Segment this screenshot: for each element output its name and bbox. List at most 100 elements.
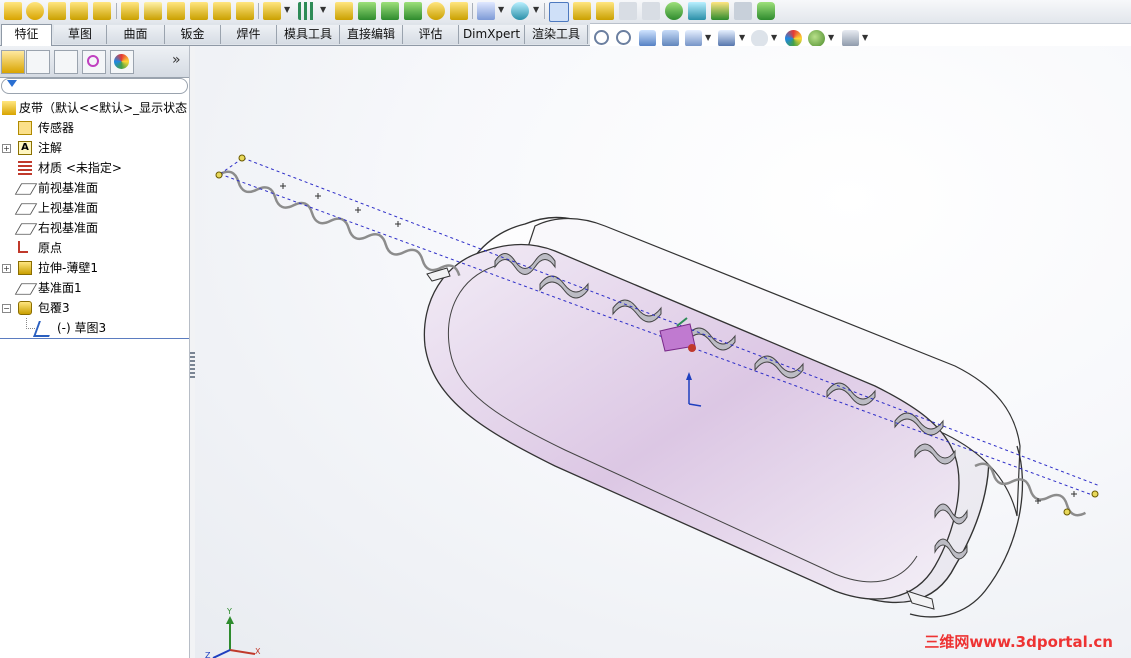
feature-statistics-icon[interactable] xyxy=(711,2,729,20)
graphics-area[interactable]: Y X Z 三维网www.3dportal.cn xyxy=(195,46,1131,658)
command-toolbar: ▼ ▼ ▼ ▼ xyxy=(0,0,1131,24)
smart-dimension-icon[interactable] xyxy=(596,2,614,20)
boundary-cut-icon[interactable] xyxy=(236,2,254,20)
loft-boss-icon[interactable] xyxy=(70,2,88,20)
tree-filter-input[interactable] xyxy=(1,78,188,94)
part-icon xyxy=(2,101,16,115)
revolve-cut-icon[interactable] xyxy=(167,2,185,20)
extrude-cut-icon[interactable] xyxy=(121,2,139,20)
fillet-icon[interactable] xyxy=(263,2,281,20)
section-view-icon[interactable] xyxy=(662,30,679,47)
swept-cut-icon[interactable] xyxy=(190,2,208,20)
triad-y-label: Y xyxy=(226,607,232,616)
tree-item-label: 拉伸-薄壁1 xyxy=(38,261,98,275)
expand-toggle-icon[interactable]: + xyxy=(2,264,11,273)
reference-dropdown-icon[interactable]: ▼ xyxy=(498,5,504,14)
tree-root-label: 皮带（默认<<默认>_显示状态 xyxy=(19,101,188,115)
hole-wizard-icon[interactable] xyxy=(144,2,162,20)
fillet-dropdown-icon[interactable]: ▼ xyxy=(284,5,290,14)
mirror-icon[interactable] xyxy=(450,2,468,20)
tree-item-label: 基准面1 xyxy=(38,281,82,295)
view-settings-dropdown-icon[interactable]: ▼ xyxy=(862,33,868,42)
plane-icon xyxy=(14,203,38,215)
sweep-boss-icon[interactable] xyxy=(48,2,66,20)
expand-toggle-icon[interactable]: + xyxy=(2,144,11,153)
tree-item-label: 注解 xyxy=(38,141,63,155)
shell-icon[interactable] xyxy=(381,2,399,20)
equations-icon[interactable] xyxy=(688,2,706,20)
feature-manager-tab-icon[interactable] xyxy=(1,50,25,74)
wrap-icon xyxy=(18,301,32,315)
tab-sheet-metal[interactable]: 钣金 xyxy=(165,25,221,44)
orientation-dropdown-icon[interactable]: ▼ xyxy=(705,33,711,42)
panel-tabs: » xyxy=(0,46,189,78)
lofted-cut-icon[interactable] xyxy=(213,2,231,20)
tab-mold-tools[interactable]: 模具工具 xyxy=(277,25,340,44)
apply-scene-icon[interactable] xyxy=(808,30,825,47)
flat-sketch-profile[interactable] xyxy=(218,168,462,281)
display-style-dropdown-icon[interactable]: ▼ xyxy=(739,33,745,42)
draft-icon[interactable] xyxy=(358,2,376,20)
display-style-icon[interactable] xyxy=(718,30,735,47)
tab-render-tools[interactable]: 渲染工具 xyxy=(525,25,588,44)
split-icon[interactable] xyxy=(642,2,660,20)
tree-item-label: 包覆3 xyxy=(38,301,70,315)
hide-show-items-icon[interactable] xyxy=(751,30,768,47)
collapse-toggle-icon[interactable]: − xyxy=(2,304,11,313)
linear-pattern-icon[interactable] xyxy=(298,2,316,20)
tree-connector xyxy=(26,318,35,329)
home-icon[interactable] xyxy=(757,2,775,20)
tab-features[interactable]: 特征 xyxy=(1,24,52,46)
curves-icon[interactable] xyxy=(511,2,529,20)
revolve-boss-icon[interactable] xyxy=(26,2,44,20)
sketch-icon xyxy=(33,321,55,337)
feature-manager-panel: » 皮带（默认<<默认>_显示状态 传感器 + A 注解 材质 <未指定> 前视… xyxy=(0,46,190,658)
tree-item-label: 传感器 xyxy=(38,121,75,135)
tab-evaluate[interactable]: 评估 xyxy=(403,25,459,44)
instant-pattern-icon[interactable] xyxy=(734,2,752,20)
triad-z-label: Z xyxy=(205,651,211,658)
view-settings-icon[interactable] xyxy=(842,30,859,47)
tree-item-label: (-) 草图3 xyxy=(57,321,107,335)
move-copy-icon[interactable] xyxy=(665,2,683,20)
display-manager-tab-icon[interactable] xyxy=(110,50,134,74)
watermark-text: 三维网www.3dportal.cn xyxy=(924,633,1113,651)
dimxpert-manager-tab-icon[interactable] xyxy=(82,50,106,74)
zoom-to-area-icon[interactable] xyxy=(616,30,631,45)
intersect-icon[interactable] xyxy=(427,2,445,20)
reference-geometry-icon[interactable] xyxy=(477,2,495,20)
tab-surfaces[interactable]: 曲面 xyxy=(107,25,165,44)
reference-triad: Y X Z xyxy=(205,607,261,658)
sensor-icon xyxy=(18,121,32,135)
view-orientation-icon[interactable] xyxy=(685,30,702,47)
command-manager-tabs: 特征 草图 曲面 钣金 焊件 模具工具 直接编辑 评估 DimXpert 渲染工… xyxy=(0,23,590,46)
flat-sketch-profile-end[interactable] xyxy=(973,460,1088,518)
panel-divider xyxy=(0,338,189,339)
edit-appearance-icon[interactable] xyxy=(785,30,802,47)
configuration-manager-tab-icon[interactable] xyxy=(54,50,78,74)
belt-body[interactable] xyxy=(423,216,1024,618)
scene-dropdown-icon[interactable]: ▼ xyxy=(828,33,834,42)
tab-weldments[interactable]: 焊件 xyxy=(221,25,277,44)
extrude-boss-icon[interactable] xyxy=(4,2,22,20)
plane-icon xyxy=(14,283,38,295)
tab-dimxpert[interactable]: DimXpert xyxy=(459,25,525,44)
combine-icon[interactable] xyxy=(619,2,637,20)
zoom-to-fit-icon[interactable] xyxy=(594,30,609,45)
more-panels-button[interactable]: » xyxy=(172,52,181,68)
tab-direct-editing[interactable]: 直接编辑 xyxy=(340,25,403,44)
material-icon xyxy=(18,161,32,175)
plane-icon xyxy=(14,183,38,195)
instant3d-icon[interactable] xyxy=(549,2,569,22)
wrap-icon[interactable] xyxy=(404,2,422,20)
sketch-icon[interactable] xyxy=(573,2,591,20)
property-manager-tab-icon[interactable] xyxy=(26,50,50,74)
rib-icon[interactable] xyxy=(335,2,353,20)
boundary-boss-icon[interactable] xyxy=(93,2,111,20)
tab-sketch[interactable]: 草图 xyxy=(54,25,107,44)
pattern-dropdown-icon[interactable]: ▼ xyxy=(320,5,326,14)
tree-item-label: 材质 <未指定> xyxy=(38,161,122,175)
hide-show-dropdown-icon[interactable]: ▼ xyxy=(771,33,777,42)
previous-view-icon[interactable] xyxy=(639,30,656,47)
curves-dropdown-icon[interactable]: ▼ xyxy=(533,5,539,14)
